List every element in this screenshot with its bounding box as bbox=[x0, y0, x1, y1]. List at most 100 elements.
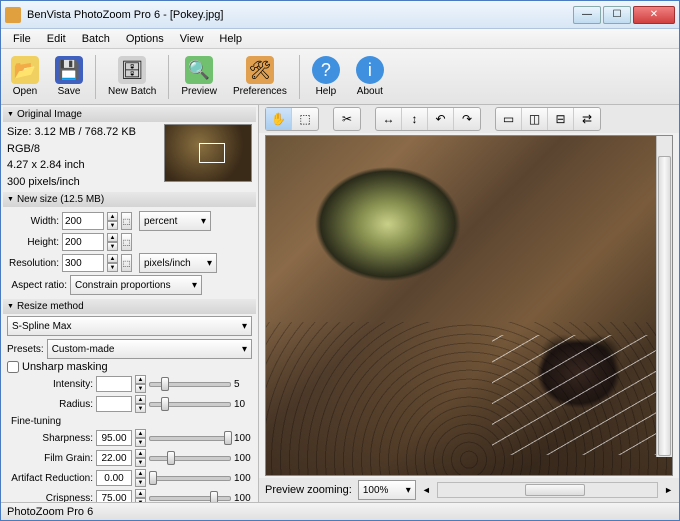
res-unit-combo[interactable]: pixels/inch bbox=[139, 253, 217, 273]
res-down[interactable]: ▼ bbox=[107, 263, 118, 272]
hand-tool-icon[interactable]: ✋ bbox=[266, 108, 292, 130]
window-title: BenVista PhotoZoom Pro 6 - [Pokey.jpg] bbox=[27, 9, 573, 21]
help-button[interactable]: ?Help bbox=[308, 54, 344, 99]
menu-help[interactable]: Help bbox=[211, 31, 250, 47]
status-bar: PhotoZoom Pro 6 bbox=[1, 502, 679, 520]
new-batch-button[interactable]: 🗄New Batch bbox=[104, 54, 160, 99]
aspect-ratio-combo[interactable]: Constrain proportions bbox=[70, 275, 202, 295]
vertical-scrollbar[interactable] bbox=[656, 136, 672, 457]
preview-button[interactable]: 🔍Preview bbox=[177, 54, 221, 99]
save-button[interactable]: 💾Save bbox=[51, 54, 87, 99]
help-icon: ? bbox=[312, 56, 340, 84]
width-down[interactable]: ▼ bbox=[107, 221, 118, 230]
aspect-label: Aspect ratio: bbox=[7, 280, 67, 291]
res-up[interactable]: ▲ bbox=[107, 254, 118, 263]
preview-zoom-combo[interactable]: 100% bbox=[358, 480, 416, 500]
height-link-icon[interactable]: ⬚ bbox=[121, 233, 132, 251]
scroll-left-icon[interactable]: ◄ bbox=[422, 485, 431, 495]
close-button[interactable]: ✕ bbox=[633, 6, 675, 24]
width-input[interactable] bbox=[62, 212, 104, 230]
batch-icon: 🗄 bbox=[118, 56, 146, 84]
folder-open-icon: 📂 bbox=[11, 56, 39, 84]
sharpness-label: Sharpness: bbox=[7, 433, 93, 444]
unsharp-checkbox[interactable] bbox=[7, 361, 19, 373]
artifact-label: Artifact Reduction: bbox=[7, 473, 93, 484]
presets-combo[interactable]: Custom-made bbox=[47, 339, 252, 359]
original-dims: 4.27 x 2.84 inch bbox=[7, 157, 164, 174]
gear-icon: 🛠 bbox=[246, 56, 274, 84]
height-input[interactable] bbox=[62, 233, 104, 251]
filmgrain-input[interactable] bbox=[96, 450, 132, 466]
height-down[interactable]: ▼ bbox=[107, 242, 118, 251]
artifact-slider[interactable] bbox=[149, 470, 231, 486]
filmgrain-label: Film Grain: bbox=[7, 453, 93, 464]
intensity-slider[interactable] bbox=[149, 376, 231, 392]
original-size: Size: 3.12 MB / 768.72 KB bbox=[7, 124, 164, 141]
original-image-header[interactable]: Original Image bbox=[3, 107, 256, 122]
resize-method-header[interactable]: Resize method bbox=[3, 299, 256, 314]
crispness-slider[interactable] bbox=[149, 490, 231, 502]
status-text: PhotoZoom Pro 6 bbox=[7, 506, 93, 518]
height-up[interactable]: ▲ bbox=[107, 233, 118, 242]
preview-zoom-label: Preview zooming: bbox=[265, 484, 352, 496]
presets-label: Presets: bbox=[7, 344, 44, 355]
width-up[interactable]: ▲ bbox=[107, 212, 118, 221]
preview-panel: ✋ ⬚ ✂ ↔ ↕ ↶ ↷ ▭ ◫ ⊟ ⇄ Pr bbox=[259, 105, 679, 502]
resolution-label: Resolution: bbox=[7, 258, 59, 269]
width-label: Width: bbox=[7, 216, 59, 227]
navigator-thumbnail[interactable] bbox=[164, 124, 252, 182]
intensity-input[interactable] bbox=[96, 376, 132, 392]
crop-tool-icon[interactable]: ✂ bbox=[334, 108, 360, 130]
menu-options[interactable]: Options bbox=[118, 31, 172, 47]
open-button[interactable]: 📂Open bbox=[7, 54, 43, 99]
toolbar: 📂Open 💾Save 🗄New Batch 🔍Preview 🛠Prefere… bbox=[1, 49, 679, 105]
split-swap-icon[interactable]: ⇄ bbox=[574, 108, 600, 130]
preferences-button[interactable]: 🛠Preferences bbox=[229, 54, 291, 99]
radius-label: Radius: bbox=[7, 399, 93, 410]
preview-image bbox=[266, 136, 672, 475]
horizontal-scrollbar[interactable] bbox=[437, 482, 658, 498]
split-v-icon[interactable]: ◫ bbox=[522, 108, 548, 130]
scroll-right-icon[interactable]: ► bbox=[664, 485, 673, 495]
size-unit-combo[interactable]: percent bbox=[139, 211, 211, 231]
original-res: 300 pixels/inch bbox=[7, 174, 164, 191]
rotate-ccw-icon[interactable]: ↶ bbox=[428, 108, 454, 130]
split-h-icon[interactable]: ⊟ bbox=[548, 108, 574, 130]
preview-viewport[interactable] bbox=[265, 135, 673, 476]
crispness-input[interactable] bbox=[96, 490, 132, 502]
split-none-icon[interactable]: ▭ bbox=[496, 108, 522, 130]
resize-method-combo[interactable]: S-Spline Max bbox=[7, 316, 252, 336]
minimize-button[interactable]: — bbox=[573, 6, 601, 24]
menu-edit[interactable]: Edit bbox=[39, 31, 74, 47]
preview-toolbar: ✋ ⬚ ✂ ↔ ↕ ↶ ↷ ▭ ◫ ⊟ ⇄ bbox=[259, 105, 679, 133]
menu-batch[interactable]: Batch bbox=[74, 31, 118, 47]
res-link-icon[interactable]: ⬚ bbox=[121, 254, 132, 272]
sharpness-input[interactable] bbox=[96, 430, 132, 446]
titlebar: BenVista PhotoZoom Pro 6 - [Pokey.jpg] —… bbox=[1, 1, 679, 29]
filmgrain-slider[interactable] bbox=[149, 450, 231, 466]
menu-file[interactable]: File bbox=[5, 31, 39, 47]
flip-h-icon[interactable]: ↔ bbox=[376, 108, 402, 130]
radius-input[interactable] bbox=[96, 396, 132, 412]
menubar: File Edit Batch Options View Help bbox=[1, 29, 679, 49]
artifact-input[interactable] bbox=[96, 470, 132, 486]
crispness-label: Crispness: bbox=[7, 493, 93, 503]
finetune-label: Fine-tuning bbox=[11, 416, 252, 427]
rotate-cw-icon[interactable]: ↷ bbox=[454, 108, 480, 130]
height-label: Height: bbox=[7, 237, 59, 248]
width-link-icon[interactable]: ⬚ bbox=[121, 212, 132, 230]
maximize-button[interactable]: ☐ bbox=[603, 6, 631, 24]
marquee-tool-icon[interactable]: ⬚ bbox=[292, 108, 318, 130]
original-mode: RGB/8 bbox=[7, 141, 164, 158]
sharpness-slider[interactable] bbox=[149, 430, 231, 446]
radius-slider[interactable] bbox=[149, 396, 231, 412]
new-size-header[interactable]: New size (12.5 MB) bbox=[3, 192, 256, 207]
about-button[interactable]: iAbout bbox=[352, 54, 388, 99]
settings-panel: Original Image Size: 3.12 MB / 768.72 KB… bbox=[1, 105, 259, 502]
menu-view[interactable]: View bbox=[172, 31, 212, 47]
flip-v-icon[interactable]: ↕ bbox=[402, 108, 428, 130]
app-icon bbox=[5, 7, 21, 23]
info-icon: i bbox=[356, 56, 384, 84]
unsharp-label: Unsharp masking bbox=[22, 361, 108, 373]
resolution-input[interactable] bbox=[62, 254, 104, 272]
